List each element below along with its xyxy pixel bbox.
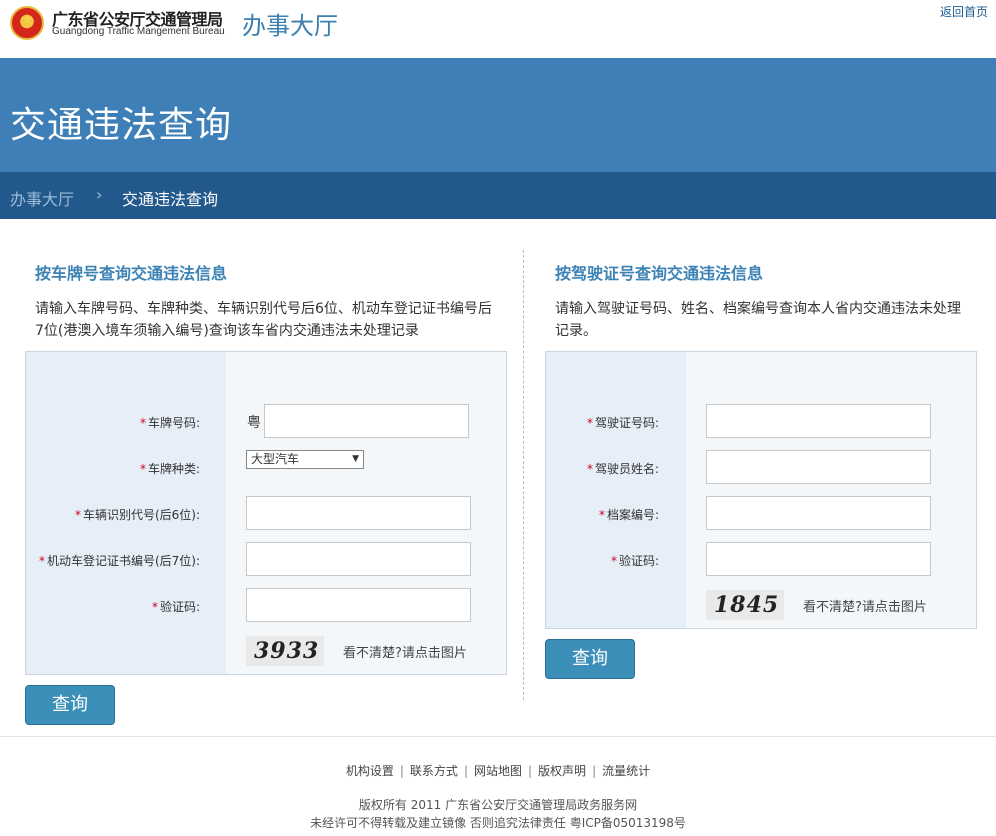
breadcrumb-current: 交通违法查询 — [122, 190, 219, 209]
plate-number-label: * 车牌号码: — [139, 416, 200, 430]
driver-name-input[interactable] — [706, 450, 931, 484]
breadcrumb: 办事大厅 › 交通违法查询 — [0, 172, 996, 219]
file-number-label: * 档案编号: — [598, 508, 659, 522]
cert-input[interactable] — [246, 542, 471, 576]
plate-query-button[interactable]: 查询 — [25, 685, 115, 725]
license-query-desc-line1: 请输入驾驶证号码、姓名、档案编号查询本人省内交通违法未处理 — [555, 301, 961, 317]
captcha-input[interactable] — [246, 588, 471, 622]
home-link[interactable]: 返回首页 — [940, 3, 988, 20]
breadcrumb-home-link[interactable]: 办事大厅 — [10, 186, 74, 210]
captcha-refresh-hint[interactable]: 看不清楚?请点击图片 — [343, 642, 467, 661]
breadcrumb-chevron-icon: › — [96, 185, 103, 204]
footer-notice: 未经许可不得转载及建立镜像 否则追究法律责任 粤ICP备05013198号 — [310, 816, 686, 830]
cert-label: * 机动车登记证书编号(后7位): — [38, 554, 200, 568]
plate-type-select[interactable]: 大型汽车 ▼ — [246, 450, 364, 469]
captcha-image[interactable]: 3933 — [246, 636, 324, 666]
top-bar: 广东省公安厅交通管理局 Guangdong Traffic Mangement … — [0, 0, 996, 58]
footer-link-sitemap[interactable]: 网站地图 — [474, 764, 522, 778]
plate-query-desc-line2: 7位(港澳入境车须输入编号)查询该车省内交通违法未处理记录 — [35, 323, 419, 339]
plate-number-input[interactable] — [264, 404, 469, 438]
page-title: 交通违法查询 — [10, 105, 233, 146]
police-emblem-icon — [10, 6, 44, 40]
plate-type-label: * 车牌种类: — [139, 462, 200, 476]
page-banner: 交通违法查询 — [0, 58, 996, 172]
captcha-input[interactable] — [706, 542, 931, 576]
bureau-name-en: Guangdong Traffic Mangement Bureau — [52, 26, 225, 37]
license-query-button[interactable]: 查询 — [545, 639, 635, 679]
driver-name-label: * 驾驶员姓名: — [586, 462, 659, 476]
footer-copyright: 版权所有 2011 广东省公安厅交通管理局政务服务网 — [358, 798, 638, 812]
plate-query-title: 按车牌号查询交通违法信息 — [35, 264, 228, 283]
plate-query-form: * 车牌号码: 粤 * 车牌种类: 大型汽车 ▼ * 车辆识别代号(后6位): * 机动… — [25, 351, 507, 675]
province-prefix: 粤 — [247, 415, 261, 431]
captcha-label: * 验证码: — [151, 600, 200, 614]
footer-link-org[interactable]: 机构设置 — [346, 764, 394, 778]
license-query-desc-line2: 记录。 — [555, 323, 597, 339]
file-number-input[interactable] — [706, 496, 931, 530]
captcha-image[interactable]: 1845 — [706, 590, 784, 620]
footer-link-copyright[interactable]: 版权声明 — [538, 764, 586, 778]
footer-divider — [0, 736, 996, 737]
label-column — [546, 352, 686, 628]
panel-divider — [523, 250, 524, 700]
captcha-label: * 验证码: — [610, 554, 659, 568]
captcha-refresh-hint[interactable]: 看不清楚?请点击图片 — [803, 596, 927, 615]
license-query-title: 按驾驶证号查询交通违法信息 — [555, 264, 764, 283]
vin-label: * 车辆识别代号(后6位): — [74, 508, 200, 522]
license-number-input[interactable] — [706, 404, 931, 438]
plate-query-desc-line1: 请输入车牌号码、车牌种类、车辆识别代号后6位、机动车登记证书编号后 — [35, 301, 492, 317]
license-number-label: * 驾驶证号码: — [586, 416, 659, 430]
license-query-form: * 驾驶证号码: * 驾驶员姓名: * 档案编号: * 验证码: 1845 看不清楚?请… — [545, 351, 977, 629]
vin-input[interactable] — [246, 496, 471, 530]
site-name: 办事大厅 — [242, 12, 338, 40]
footer-link-stats[interactable]: 流量统计 — [602, 764, 650, 778]
plate-type-selected: 大型汽车 — [251, 452, 300, 466]
footer-links: 机构设置 | 联系方式 | 网站地图 | 版权声明 | 流量统计 — [345, 764, 651, 778]
dropdown-arrow-icon: ▼ — [352, 454, 359, 464]
footer-link-contact[interactable]: 联系方式 — [410, 764, 458, 778]
